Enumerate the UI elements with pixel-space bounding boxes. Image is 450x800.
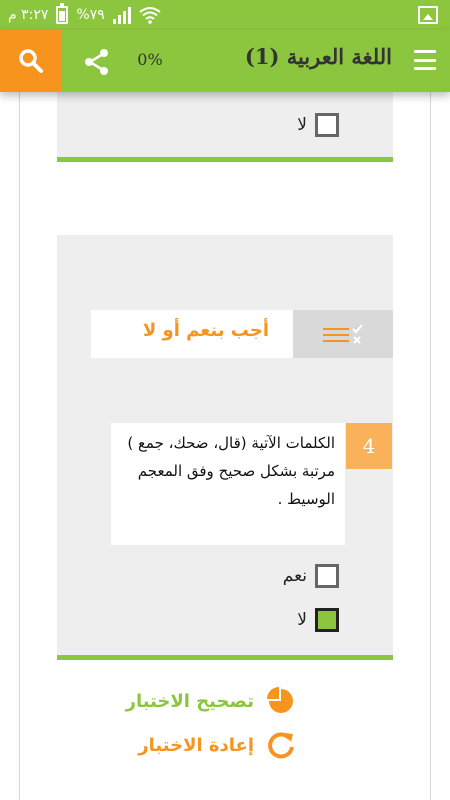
progress-percent: 0% bbox=[137, 50, 163, 69]
search-button[interactable] bbox=[0, 30, 62, 92]
option-no[interactable]: لا bbox=[297, 608, 339, 632]
retry-test-button[interactable]: إعادة الاختبار bbox=[138, 730, 296, 760]
option-no-previous[interactable]: لا bbox=[297, 113, 339, 137]
option-label: نعم bbox=[282, 566, 307, 586]
pie-chart-icon bbox=[267, 687, 293, 713]
refresh-icon bbox=[268, 732, 294, 759]
gallery-notification-icon bbox=[418, 6, 438, 24]
checkbox[interactable] bbox=[315, 113, 339, 137]
option-yes[interactable]: نعم bbox=[283, 564, 339, 588]
checkbox[interactable] bbox=[315, 564, 339, 588]
battery-level: %٧٩ bbox=[76, 7, 105, 23]
search-icon bbox=[19, 49, 43, 73]
correct-test-label: تصحيح الاختبار bbox=[125, 690, 254, 712]
true-false-icon bbox=[323, 324, 363, 344]
signal-icon bbox=[112, 6, 131, 24]
instruction-text: أجب بنعم أو لا bbox=[142, 320, 269, 341]
option-label: لا bbox=[297, 115, 307, 135]
battery-icon bbox=[56, 3, 69, 24]
app-bar: 0% اللغة العربية (1) bbox=[0, 30, 450, 92]
retry-test-label: إعادة الاختبار bbox=[138, 734, 254, 756]
menu-icon-bar bbox=[414, 50, 436, 53]
question-number: 4 bbox=[346, 423, 392, 469]
question-card: أجب بنعم أو لا 4 الكلمات الآتية (قال، ضح… bbox=[57, 235, 393, 660]
menu-icon-bar bbox=[414, 58, 436, 62]
correct-test-button[interactable]: تصحيح الاختبار bbox=[126, 686, 296, 716]
status-bar: ٣:٢٧ م %٧٩ bbox=[0, 0, 450, 30]
instruction-box: أجب بنعم أو لا bbox=[91, 310, 393, 358]
wifi-icon bbox=[139, 7, 161, 24]
instruction-icon-cell bbox=[293, 310, 393, 358]
question-card-previous: لا bbox=[57, 92, 393, 162]
page-title: اللغة العربية (1) bbox=[244, 44, 392, 69]
checkbox-checked[interactable] bbox=[315, 608, 339, 632]
menu-icon-bar bbox=[414, 67, 436, 70]
clock: ٣:٢٧ م bbox=[8, 7, 49, 23]
menu-button[interactable] bbox=[414, 50, 436, 70]
option-label: لا bbox=[297, 610, 307, 630]
share-icon bbox=[85, 49, 108, 75]
status-bar-left: ٣:٢٧ م %٧٩ bbox=[8, 3, 161, 24]
question-text: الكلمات الآتية (قال، ضحك، جمع ) مرتبة بش… bbox=[111, 423, 345, 545]
share-button[interactable] bbox=[78, 44, 114, 80]
